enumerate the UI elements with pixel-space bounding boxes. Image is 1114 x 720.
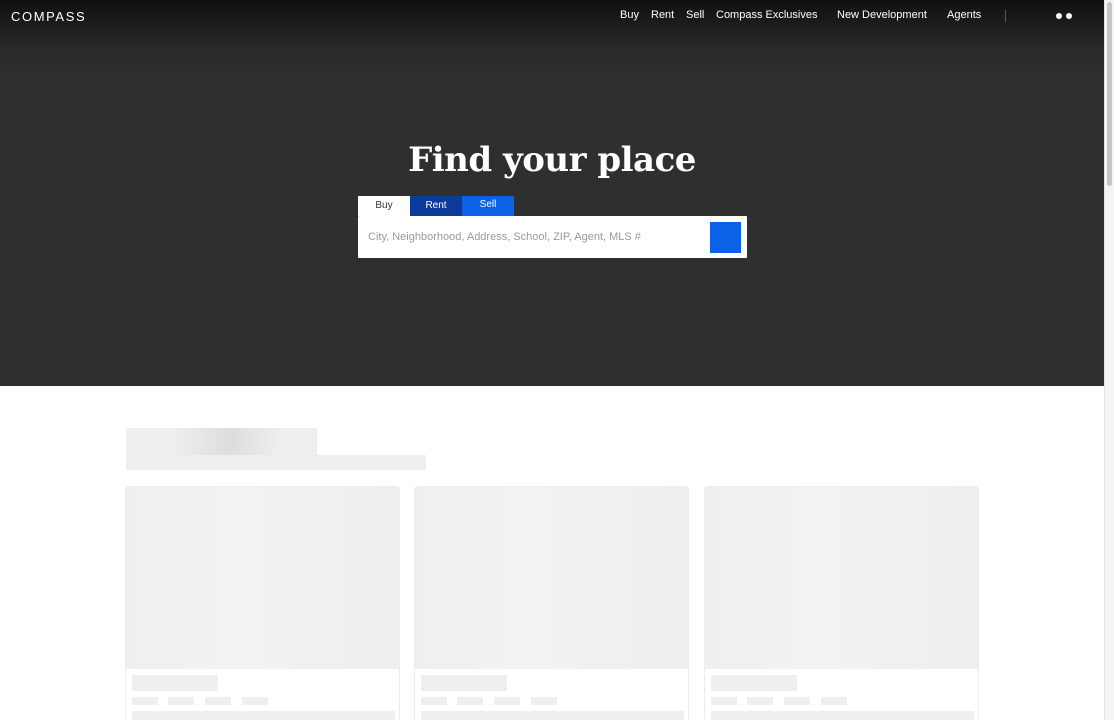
listing-stat-skeleton [168, 697, 194, 705]
listing-card-skeleton[interactable] [704, 486, 979, 720]
nav-divider [1005, 10, 1006, 22]
listing-stat-skeleton [132, 697, 158, 705]
listing-address-skeleton [711, 711, 974, 720]
search-box [358, 216, 747, 258]
scrollbar-thumb[interactable] [1107, 2, 1112, 186]
listing-price-skeleton [132, 675, 218, 691]
search-tab-sell[interactable]: Sell [462, 196, 514, 216]
hero-section: COMPASS Buy Rent Sell Compass Exclusives… [0, 0, 1104, 386]
search-submit-button[interactable] [710, 222, 741, 253]
listing-stat-skeleton [457, 697, 483, 705]
listing-stat-skeleton [242, 697, 268, 705]
page-scrollbar[interactable] [1104, 0, 1114, 720]
listing-stat-skeleton [421, 697, 447, 705]
listing-address-skeleton [421, 711, 684, 720]
listing-stat-skeleton [711, 697, 737, 705]
section-subtitle-skeleton [126, 455, 426, 470]
listing-stat-skeleton [494, 697, 520, 705]
two-dots-menu-icon[interactable] [1053, 12, 1075, 22]
listing-image-skeleton [415, 487, 688, 669]
menu-dot [1066, 13, 1072, 19]
compass-logo[interactable]: COMPASS [11, 9, 86, 24]
menu-dot [1056, 13, 1062, 19]
listing-image-skeleton [126, 487, 399, 669]
nav-link-agents[interactable]: Agents [947, 9, 981, 21]
listing-stat-skeleton [205, 697, 231, 705]
listing-price-skeleton [421, 675, 507, 691]
nav-link-new-development[interactable]: New Development [837, 9, 927, 21]
search-tab-buy[interactable]: Buy [358, 196, 410, 216]
location-search-input[interactable] [368, 229, 698, 245]
listing-image-skeleton [705, 487, 978, 669]
top-navigation: COMPASS Buy Rent Sell Compass Exclusives… [0, 0, 1104, 32]
listing-address-skeleton [132, 711, 395, 720]
nav-link-buy[interactable]: Buy [620, 9, 639, 21]
page: COMPASS Buy Rent Sell Compass Exclusives… [0, 0, 1114, 720]
nav-link-rent[interactable]: Rent [651, 9, 674, 21]
listing-stat-skeleton [531, 697, 557, 705]
nav-link-sell[interactable]: Sell [686, 9, 704, 21]
listing-stat-skeleton [747, 697, 773, 705]
listing-stat-skeleton [821, 697, 847, 705]
search-tab-rent[interactable]: Rent [410, 196, 462, 216]
listing-stat-skeleton [784, 697, 810, 705]
listing-card-skeleton[interactable] [125, 486, 400, 720]
hero-title: Find your place [408, 140, 696, 180]
nav-link-compass-exclusives[interactable]: Compass Exclusives [716, 9, 817, 21]
listing-card-skeleton[interactable] [414, 486, 689, 720]
listing-price-skeleton [711, 675, 797, 691]
